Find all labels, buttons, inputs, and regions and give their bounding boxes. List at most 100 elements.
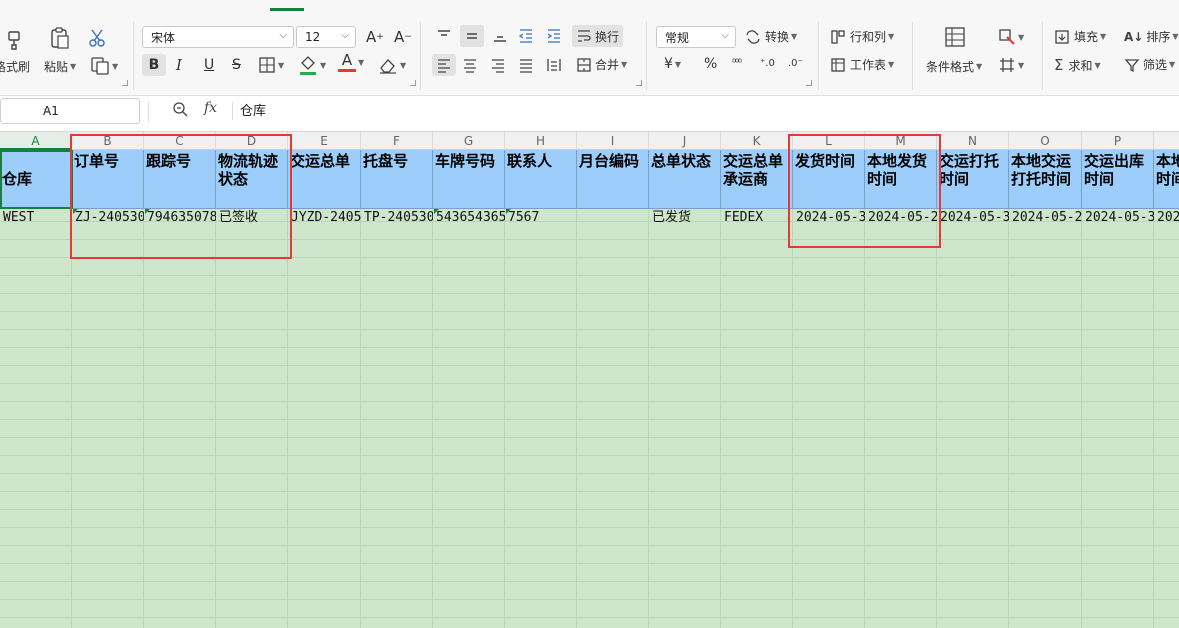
column-letter-a[interactable]: A bbox=[0, 132, 72, 150]
header-cell-o[interactable]: 本地交运打托时间 bbox=[1009, 150, 1082, 209]
zoom-search-icon[interactable] bbox=[172, 101, 188, 120]
header-cell-e[interactable]: 交运总单 bbox=[288, 150, 361, 209]
column-letter-m[interactable]: M bbox=[865, 132, 937, 150]
column-letter-q[interactable]: Q bbox=[1154, 132, 1179, 150]
number-format-select[interactable]: 常规 ⌵ bbox=[656, 26, 736, 48]
paste-icon[interactable] bbox=[48, 26, 72, 50]
conditional-format-button[interactable]: 条件格式 ▼ bbox=[926, 58, 982, 75]
column-letter-c[interactable]: C bbox=[144, 132, 216, 150]
convert-button[interactable]: 转换 ▼ bbox=[744, 28, 797, 45]
header-cell-m[interactable]: 本地发货时间 bbox=[865, 150, 937, 209]
sort-button[interactable]: A↓ 排序 ▼ bbox=[1124, 28, 1179, 45]
column-letter-i[interactable]: I bbox=[577, 132, 649, 150]
clipboard-dialog-launcher[interactable] bbox=[122, 80, 128, 86]
percent-button[interactable]: % bbox=[704, 56, 717, 72]
column-letter-p[interactable]: P bbox=[1082, 132, 1154, 150]
strikethrough-button[interactable]: S bbox=[232, 54, 241, 76]
row-col-button[interactable]: 行和列 ▼ bbox=[830, 28, 894, 45]
data-cell-l2[interactable]: 2024-05-3 bbox=[793, 209, 865, 227]
align-left-icon[interactable] bbox=[432, 54, 456, 76]
data-cell-c2[interactable]: 794635078 bbox=[144, 209, 216, 227]
formula-input[interactable]: 仓库 bbox=[240, 100, 266, 119]
spreadsheet-grid[interactable]: 仓库 WEST 订单号 ZJ-240530 跟踪号 794635078 物流轨迹状态 已签收交… bbox=[0, 150, 1179, 628]
format-painter-button[interactable]: 格式刷 bbox=[0, 58, 30, 75]
number-dialog-launcher[interactable] bbox=[806, 80, 812, 86]
column-letter-k[interactable]: K bbox=[721, 132, 793, 150]
header-cell-i[interactable]: 月台编码 bbox=[577, 150, 649, 209]
data-cell-a2[interactable]: WEST bbox=[0, 209, 72, 227]
merge-button[interactable]: 合并 ▼ bbox=[576, 56, 627, 73]
bold-button[interactable]: B bbox=[142, 54, 166, 76]
data-cell-f2[interactable]: TP-240530 bbox=[361, 209, 433, 227]
header-cell-q[interactable]: 本地运出时间 bbox=[1154, 150, 1179, 209]
data-cell-k2[interactable]: FEDEX bbox=[721, 209, 793, 227]
data-cell-d2[interactable]: 已签收 bbox=[216, 209, 288, 227]
alignment-dialog-launcher[interactable] bbox=[636, 80, 642, 86]
column-letter-h[interactable]: H bbox=[505, 132, 577, 150]
cut-icon[interactable] bbox=[88, 28, 108, 48]
data-cell-g2[interactable]: 543654365 bbox=[433, 209, 505, 227]
data-cell-q2[interactable]: 202 bbox=[1154, 209, 1179, 227]
data-cell-b2[interactable]: ZJ-240530 bbox=[72, 209, 144, 227]
decrease-indent-icon[interactable] bbox=[518, 28, 534, 44]
header-cell-p[interactable]: 交运出库时间 bbox=[1082, 150, 1154, 209]
wrap-text-button[interactable]: 换行 bbox=[572, 25, 624, 47]
header-cell-g[interactable]: 车牌号码 bbox=[433, 150, 505, 209]
column-letter-g[interactable]: G bbox=[433, 132, 505, 150]
decrease-font-icon[interactable]: A − bbox=[394, 28, 412, 46]
header-cell-c[interactable]: 跟踪号 bbox=[144, 150, 216, 209]
header-cell-k[interactable]: 交运总单承运商 bbox=[721, 150, 793, 209]
justify-icon[interactable] bbox=[518, 57, 534, 73]
align-top-icon[interactable] bbox=[436, 28, 452, 44]
header-cell-n[interactable]: 交运打托时间 bbox=[937, 150, 1009, 209]
align-middle-icon[interactable] bbox=[460, 25, 484, 47]
currency-button[interactable]: ¥ ▼ bbox=[664, 56, 681, 72]
name-box[interactable]: A1 ⌵ bbox=[0, 98, 140, 124]
column-letter-b[interactable]: B bbox=[72, 132, 144, 150]
font-color-icon[interactable]: A ▼ bbox=[338, 52, 364, 72]
data-cell-o2[interactable]: 2024-05-2 bbox=[1009, 209, 1082, 227]
header-cell-f[interactable]: 托盘号 bbox=[361, 150, 433, 209]
function-icon[interactable]: fx bbox=[204, 100, 217, 116]
format-painter-icon[interactable] bbox=[2, 28, 30, 52]
column-letter-o[interactable]: O bbox=[1009, 132, 1082, 150]
header-cell-b[interactable]: 订单号 bbox=[72, 150, 144, 209]
header-cell-l[interactable]: 发货时间 bbox=[793, 150, 865, 209]
column-letter-e[interactable]: E bbox=[288, 132, 361, 150]
header-cell-d[interactable]: 物流轨迹状态 bbox=[216, 150, 288, 209]
sum-button[interactable]: Σ 求和 ▼ bbox=[1054, 56, 1101, 74]
fill-color-icon[interactable]: ▼ bbox=[298, 54, 326, 76]
clear-format-icon[interactable]: ▼ bbox=[378, 56, 406, 74]
align-bottom-icon[interactable] bbox=[492, 28, 508, 44]
column-letter-l[interactable]: L bbox=[793, 132, 865, 150]
distributed-icon[interactable] bbox=[546, 57, 562, 73]
align-right-icon[interactable] bbox=[490, 57, 506, 73]
table-style-icon[interactable]: ▼ bbox=[998, 56, 1024, 74]
borders-icon[interactable]: ▼ bbox=[258, 56, 284, 74]
data-cell-m2[interactable]: 2024-05-2 bbox=[865, 209, 937, 227]
header-cell-h[interactable]: 联系人 bbox=[505, 150, 577, 209]
data-cell-p2[interactable]: 2024-05-3 bbox=[1082, 209, 1154, 227]
italic-button[interactable]: I bbox=[176, 54, 182, 76]
paste-button[interactable]: 粘贴 ▼ bbox=[44, 58, 76, 75]
align-center-icon[interactable] bbox=[462, 57, 478, 73]
increase-font-icon[interactable]: A + bbox=[366, 28, 384, 46]
font-dialog-launcher[interactable] bbox=[410, 80, 416, 86]
decrease-decimal-icon[interactable]: .0⁻ bbox=[788, 58, 803, 69]
font-size-select[interactable]: 12 ⌵ bbox=[296, 26, 356, 48]
increase-indent-icon[interactable] bbox=[546, 28, 562, 44]
worksheet-button[interactable]: 工作表 ▼ bbox=[830, 56, 894, 73]
underline-button[interactable]: U bbox=[204, 54, 214, 76]
column-letter-j[interactable]: J bbox=[649, 132, 721, 150]
column-letter-d[interactable]: D bbox=[216, 132, 288, 150]
column-letter-f[interactable]: F bbox=[361, 132, 433, 150]
filter-button[interactable]: 筛选 ▼ bbox=[1124, 56, 1175, 73]
copy-icon[interactable]: ▼ bbox=[90, 56, 118, 76]
data-cell-i2[interactable] bbox=[577, 209, 649, 227]
increase-decimal-icon[interactable]: ⁺.0 bbox=[760, 58, 775, 69]
data-cell-j2[interactable]: 已发货 bbox=[649, 209, 721, 227]
font-name-select[interactable]: 宋体 ⌵ bbox=[142, 26, 294, 48]
data-cell-h2[interactable]: 7567 bbox=[505, 209, 577, 227]
data-cell-e2[interactable]: JYZD-2405 bbox=[288, 209, 361, 227]
header-cell-j[interactable]: 总单状态 bbox=[649, 150, 721, 209]
